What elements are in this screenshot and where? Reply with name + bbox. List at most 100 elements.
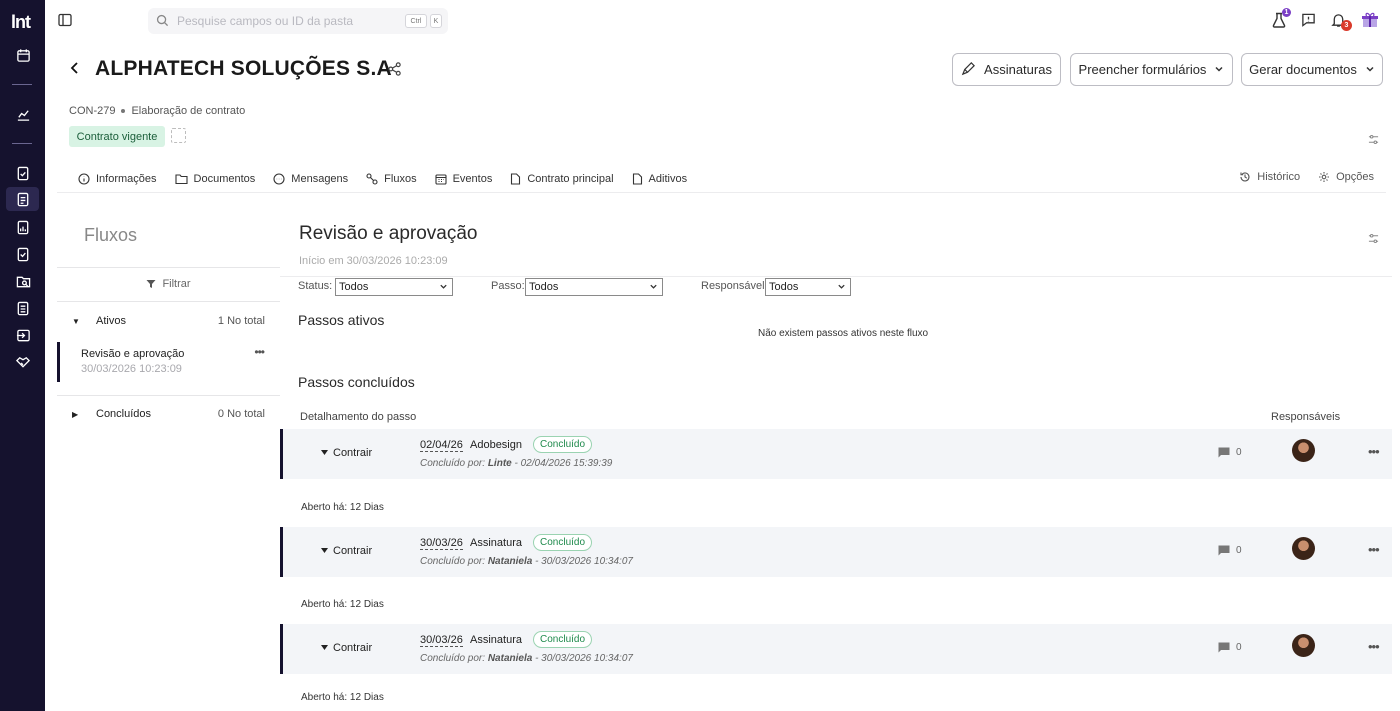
comments-button[interactable]: 0 bbox=[1218, 545, 1242, 556]
contracts-icon[interactable] bbox=[6, 187, 39, 211]
step-row: Contrair 30/03/26 Assinatura Concluído C… bbox=[280, 624, 1392, 674]
fill-forms-label: Preencher formulários bbox=[1078, 62, 1207, 77]
collapse-toggle[interactable]: Contrair bbox=[321, 447, 372, 459]
more-options-icon[interactable]: ••• bbox=[1368, 444, 1380, 459]
history-icon bbox=[1240, 172, 1250, 182]
gift-icon[interactable] bbox=[1361, 11, 1379, 34]
step-status-badge: Concluído bbox=[533, 631, 593, 648]
toggle-label: Contrair bbox=[333, 447, 373, 459]
tab-informacoes[interactable]: Informações bbox=[78, 171, 157, 187]
tab-mensagens[interactable]: Mensagens bbox=[273, 171, 348, 187]
options-button[interactable]: Opções bbox=[1318, 171, 1374, 183]
completed-by-when: - 30/03/2026 10:34:07 bbox=[532, 653, 633, 664]
flows-panel: Fluxos Filtrar ▼ Ativos 1 No total Revis… bbox=[57, 193, 280, 711]
rail-divider bbox=[12, 84, 32, 85]
tab-aditivos[interactable]: Aditivos bbox=[632, 171, 687, 187]
inbox-arrow-icon[interactable] bbox=[13, 325, 33, 345]
opened-duration: Aberto há: 12 Dias bbox=[301, 599, 384, 610]
tab-label: Fluxos bbox=[384, 173, 417, 185]
avatar[interactable] bbox=[1292, 634, 1315, 657]
comment-count: 0 bbox=[1236, 447, 1242, 458]
comments-button[interactable]: 0 bbox=[1218, 447, 1242, 458]
status-filter-select[interactable]: Todos bbox=[335, 278, 453, 296]
generate-docs-label: Gerar documentos bbox=[1249, 62, 1357, 77]
page-title: ALPHATECH SOLUÇÕES S.A bbox=[95, 57, 392, 80]
share-icon[interactable] bbox=[387, 61, 402, 82]
collapse-toggle[interactable]: Contrair bbox=[321, 642, 372, 654]
back-button[interactable] bbox=[68, 60, 84, 78]
tab-fluxos[interactable]: Fluxos bbox=[366, 171, 417, 187]
collapse-toggle[interactable]: Contrair bbox=[321, 545, 372, 557]
group-active[interactable]: ▼ Ativos 1 No total bbox=[72, 315, 265, 327]
report-icon[interactable] bbox=[13, 217, 33, 237]
group-completed[interactable]: ▶ Concluídos 0 No total bbox=[72, 408, 265, 420]
bell-icon[interactable]: 3 bbox=[1331, 12, 1352, 33]
rail-divider bbox=[12, 143, 32, 144]
group-count: 1 No total bbox=[217, 315, 265, 327]
app-rail: lnt bbox=[0, 0, 45, 711]
folder-icon bbox=[174, 174, 188, 185]
tab-eventos[interactable]: Eventos bbox=[435, 171, 492, 187]
flow-started: Início em 30/03/2026 10:23:09 bbox=[299, 255, 448, 267]
sliders-icon[interactable] bbox=[1368, 231, 1379, 249]
more-options-icon[interactable]: ••• bbox=[254, 345, 265, 359]
feedback-icon[interactable] bbox=[1301, 12, 1316, 32]
folder-search-icon[interactable] bbox=[13, 271, 33, 291]
doc-check-icon[interactable] bbox=[13, 163, 33, 183]
completed-by-user: Nataniela bbox=[487, 556, 533, 567]
handshake-icon[interactable] bbox=[13, 352, 33, 372]
options-label: Opções bbox=[1336, 171, 1374, 183]
flow-list-item[interactable]: Revisão e aprovação 30/03/2026 10:23:09 … bbox=[57, 342, 280, 382]
step-row: Contrair 30/03/26 Assinatura Concluído C… bbox=[280, 527, 1392, 577]
app-logo[interactable]: lnt bbox=[11, 12, 31, 33]
add-tag-placeholder[interactable] bbox=[171, 128, 186, 143]
flask-icon[interactable]: 1 bbox=[1272, 8, 1291, 33]
status-badge[interactable]: Contrato vigente bbox=[69, 126, 165, 147]
doc-approve-icon[interactable] bbox=[13, 244, 33, 264]
comments-button[interactable]: 0 bbox=[1218, 642, 1242, 653]
tab-contrato-principal[interactable]: Contrato principal bbox=[510, 171, 614, 187]
document-list-icon[interactable] bbox=[13, 298, 33, 318]
step-row: Contrair 02/04/26 Adobesign Concluído Co… bbox=[280, 429, 1392, 479]
comment-icon bbox=[1218, 545, 1230, 556]
generate-docs-button[interactable]: Gerar documentos bbox=[1241, 53, 1383, 86]
contract-stage: Elaboração de contrato bbox=[131, 105, 246, 117]
chevron-down-icon bbox=[650, 284, 657, 289]
filter-button[interactable]: Filtrar bbox=[57, 278, 280, 290]
more-options-icon[interactable]: ••• bbox=[1368, 542, 1380, 557]
avatar[interactable] bbox=[1292, 439, 1315, 462]
contract-code: CON-279 bbox=[69, 105, 116, 117]
sliders-icon[interactable] bbox=[1368, 132, 1379, 150]
step-filter-select[interactable]: Todos bbox=[525, 278, 663, 296]
fill-forms-button[interactable]: Preencher formulários bbox=[1070, 53, 1233, 86]
history-button[interactable]: Histórico bbox=[1239, 171, 1300, 183]
step-date: 30/03/26 bbox=[420, 537, 463, 550]
tab-bar: Informações Documentos Mensagens Fluxos … bbox=[78, 171, 687, 187]
step-name: Adobesign bbox=[470, 439, 522, 451]
select-value: Todos bbox=[339, 281, 369, 293]
responsible-filter-select[interactable]: Todos bbox=[765, 278, 851, 296]
calendar-icon[interactable] bbox=[13, 45, 33, 65]
flow-title: Revisão e aprovação bbox=[299, 223, 478, 244]
more-options-icon[interactable]: ••• bbox=[1368, 639, 1380, 654]
column-header-responsible: Responsáveis bbox=[1271, 411, 1341, 423]
chat-icon bbox=[273, 173, 285, 185]
completed-by-prefix: Concluído por: bbox=[420, 556, 486, 567]
filter-label: Filtrar bbox=[162, 278, 191, 290]
tab-label: Documentos bbox=[193, 173, 256, 185]
top-bar: Pesquise campos ou ID da pasta Ctrl K 1 … bbox=[45, 0, 1400, 42]
panel-title: Fluxos bbox=[84, 225, 138, 245]
search-box[interactable]: Pesquise campos ou ID da pasta Ctrl K bbox=[148, 8, 448, 34]
step-status-badge: Concluído bbox=[533, 534, 593, 551]
caret-down-icon: ▼ bbox=[72, 316, 80, 326]
flow-icon bbox=[366, 173, 378, 185]
chevron-down-icon bbox=[1365, 62, 1375, 77]
toggle-label: Contrair bbox=[333, 642, 373, 654]
signatures-button[interactable]: Assinaturas bbox=[952, 53, 1061, 86]
tab-documentos[interactable]: Documentos bbox=[174, 171, 256, 187]
flow-name: Revisão e aprovação bbox=[81, 348, 185, 360]
step-date: 30/03/26 bbox=[420, 634, 463, 647]
avatar[interactable] bbox=[1292, 537, 1315, 560]
analytics-icon[interactable] bbox=[13, 104, 33, 124]
sidebar-toggle-icon[interactable] bbox=[58, 13, 72, 27]
